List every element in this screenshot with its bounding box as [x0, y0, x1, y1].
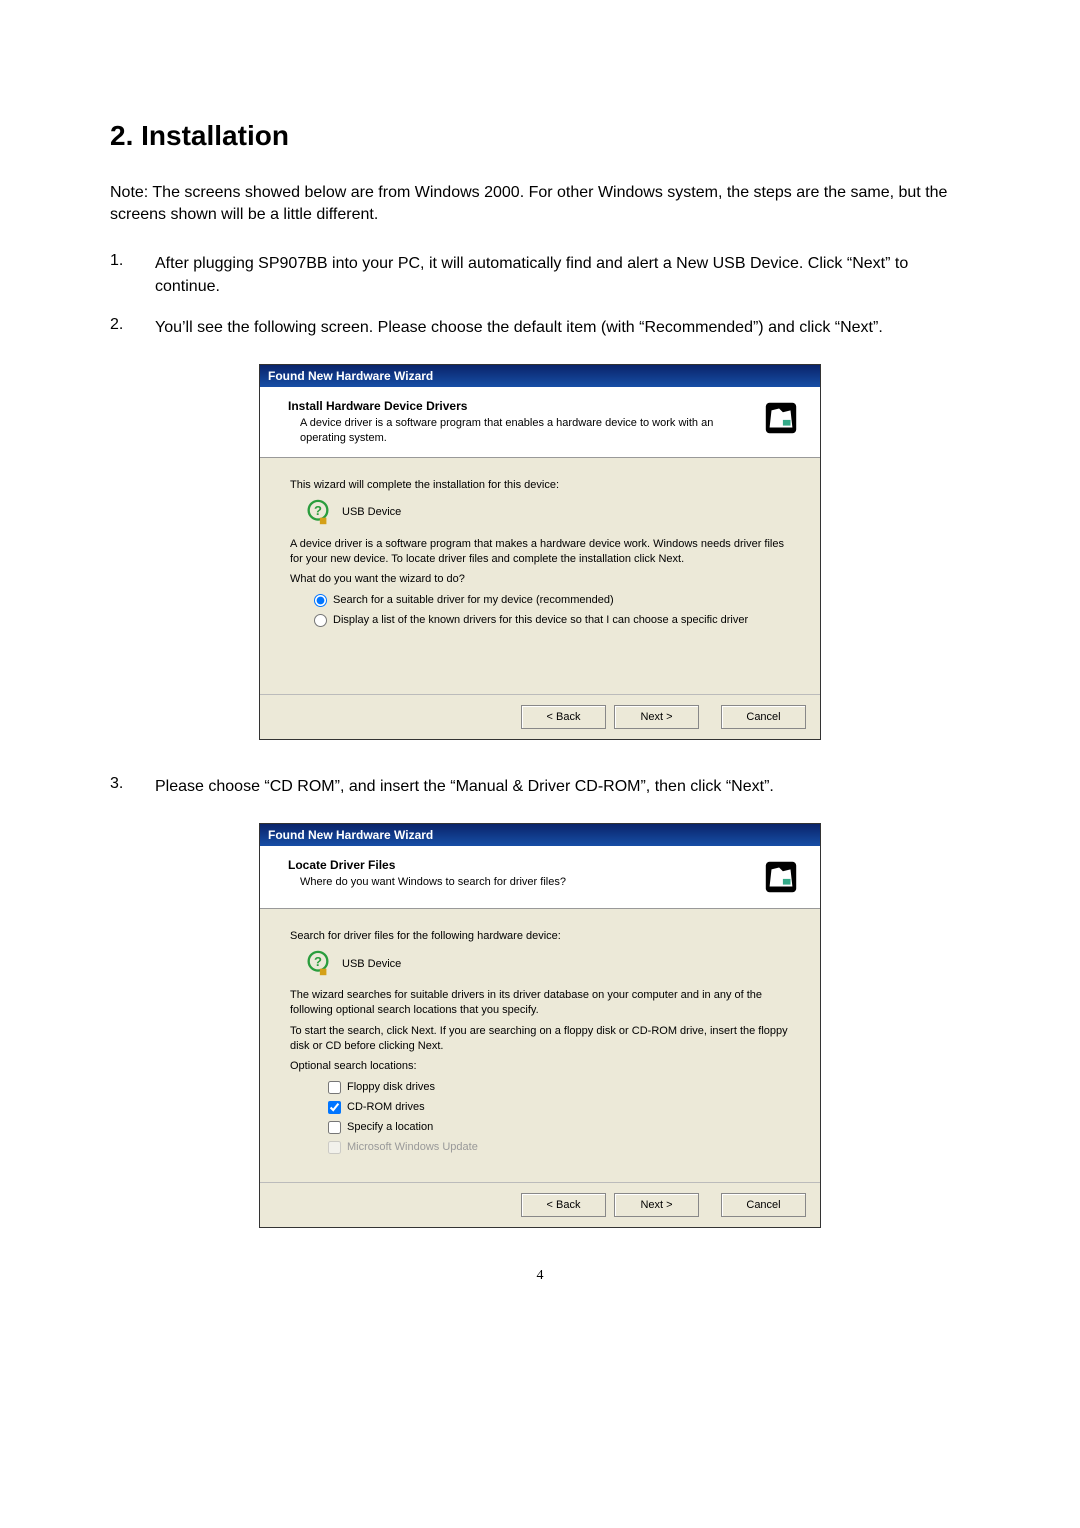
- content-question: What do you want the wizard to do?: [290, 572, 790, 587]
- radio-option-display-list[interactable]: Display a list of the known drivers for …: [314, 613, 790, 628]
- step-item: 1. After plugging SP907BB into your PC, …: [110, 252, 970, 298]
- checkbox-floppy-drives[interactable]: [328, 1081, 341, 1094]
- step-number: 2.: [110, 316, 155, 339]
- usb-device-icon: ?: [304, 499, 332, 527]
- step-number: 1.: [110, 252, 155, 298]
- content-description-1: The wizard searches for suitable drivers…: [290, 988, 790, 1018]
- checkbox-row-specify[interactable]: Specify a location: [328, 1120, 790, 1135]
- dialog-content: This wizard will complete the installati…: [260, 458, 820, 694]
- dialog-header-title: Locate Driver Files: [288, 858, 752, 872]
- dialog-titlebar: Found New Hardware Wizard: [260, 824, 820, 846]
- checkbox-label-disabled: Microsoft Windows Update: [347, 1140, 790, 1155]
- radio-label: Search for a suitable driver for my devi…: [333, 593, 790, 608]
- radio-search-recommended[interactable]: [314, 594, 327, 607]
- checkbox-specify-location[interactable]: [328, 1121, 341, 1134]
- content-intro: This wizard will complete the installati…: [290, 478, 790, 493]
- dialog-button-row: < Back Next > Cancel: [260, 1182, 820, 1227]
- device-name-label: USB Device: [342, 957, 401, 972]
- content-intro: Search for driver files for the followin…: [290, 929, 790, 944]
- dialog-content: Search for driver files for the followin…: [260, 909, 820, 1181]
- radio-label: Display a list of the known drivers for …: [333, 613, 790, 628]
- back-button[interactable]: < Back: [521, 1193, 606, 1217]
- radio-option-search[interactable]: Search for a suitable driver for my devi…: [314, 593, 790, 608]
- section-heading: 2. Installation: [110, 120, 970, 152]
- dialog-header-subtitle: A device driver is a software program th…: [300, 416, 752, 445]
- dialog-button-row: < Back Next > Cancel: [260, 694, 820, 739]
- content-description: A device driver is a software program th…: [290, 537, 790, 567]
- wizard-dialog-install-drivers: Found New Hardware Wizard Install Hardwa…: [259, 364, 821, 740]
- checkbox-row-windows-update: Microsoft Windows Update: [328, 1140, 790, 1155]
- step-number: 3.: [110, 775, 155, 798]
- checkbox-label: CD-ROM drives: [347, 1100, 790, 1115]
- next-button[interactable]: Next >: [614, 705, 699, 729]
- step-text: After plugging SP907BB into your PC, it …: [155, 252, 970, 298]
- page-number: 4: [110, 1268, 970, 1284]
- step-text: Please choose “CD ROM”, and insert the “…: [155, 775, 774, 798]
- svg-text:?: ?: [314, 954, 322, 969]
- checkbox-windows-update: [328, 1141, 341, 1154]
- dialog-header-subtitle: Where do you want Windows to search for …: [300, 875, 752, 889]
- dialog-header: Install Hardware Device Drivers A device…: [260, 387, 820, 458]
- checkbox-label: Specify a location: [347, 1120, 790, 1135]
- cancel-button[interactable]: Cancel: [721, 705, 806, 729]
- checkbox-row-cdrom[interactable]: CD-ROM drives: [328, 1100, 790, 1115]
- cancel-button[interactable]: Cancel: [721, 1193, 806, 1217]
- step-item: 2. You’ll see the following screen. Plea…: [110, 316, 970, 339]
- usb-device-icon: ?: [304, 950, 332, 978]
- step-text: You’ll see the following screen. Please …: [155, 316, 883, 339]
- checkbox-label: Floppy disk drives: [347, 1080, 790, 1095]
- content-description-2: To start the search, click Next. If you …: [290, 1024, 790, 1054]
- device-name-label: USB Device: [342, 505, 401, 520]
- optional-locations-label: Optional search locations:: [290, 1059, 790, 1074]
- dialog-header: Locate Driver Files Where do you want Wi…: [260, 846, 820, 909]
- radio-display-list[interactable]: [314, 614, 327, 627]
- checkbox-row-floppy[interactable]: Floppy disk drives: [328, 1080, 790, 1095]
- hardware-wizard-icon: [762, 399, 800, 437]
- step-item: 3. Please choose “CD ROM”, and insert th…: [110, 775, 970, 798]
- hardware-wizard-icon: [762, 858, 800, 896]
- checkbox-cdrom-drives[interactable]: [328, 1101, 341, 1114]
- next-button[interactable]: Next >: [614, 1193, 699, 1217]
- back-button[interactable]: < Back: [521, 705, 606, 729]
- intro-note: Note: The screens showed below are from …: [110, 182, 970, 227]
- wizard-dialog-locate-files: Found New Hardware Wizard Locate Driver …: [259, 823, 821, 1227]
- svg-text:?: ?: [314, 503, 322, 518]
- dialog-titlebar: Found New Hardware Wizard: [260, 365, 820, 387]
- dialog-header-title: Install Hardware Device Drivers: [288, 399, 752, 413]
